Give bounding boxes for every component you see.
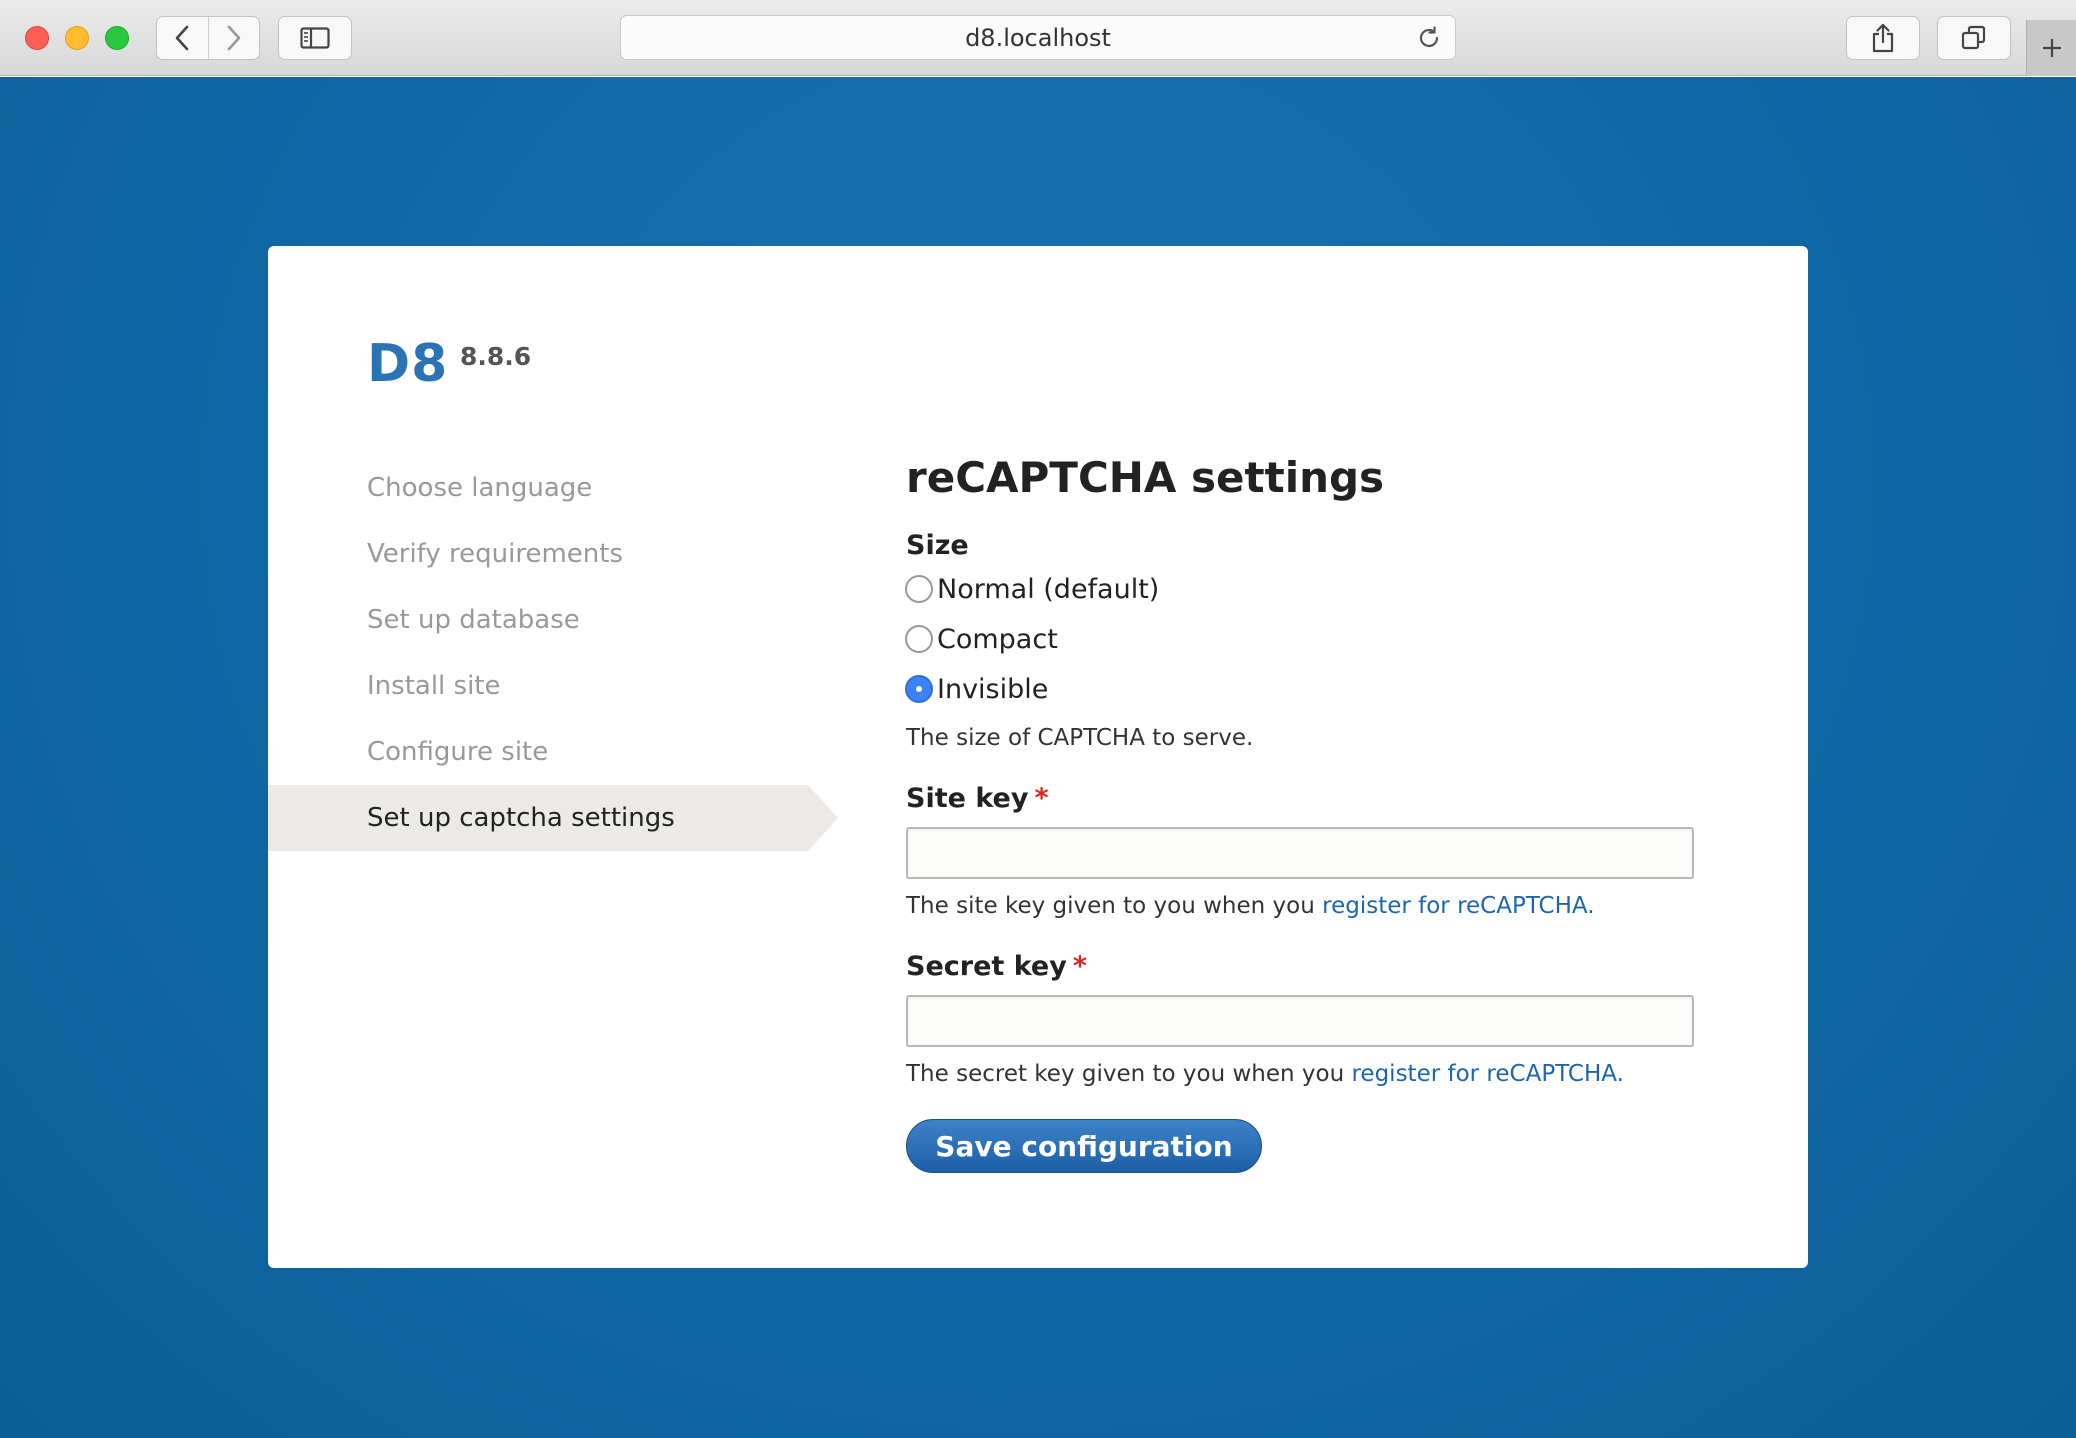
required-marker: * bbox=[1034, 783, 1049, 814]
step-label: Set up captcha settings bbox=[367, 803, 675, 833]
radio-option-normal[interactable]: Normal (default) bbox=[905, 564, 1696, 614]
close-window-button[interactable] bbox=[25, 26, 49, 50]
site-key-input[interactable] bbox=[906, 827, 1694, 879]
site-key-help-period: . bbox=[1587, 893, 1595, 919]
site-key-label-row: Site key * bbox=[906, 781, 1696, 817]
minimize-window-button[interactable] bbox=[65, 26, 89, 50]
radio-option-invisible[interactable]: Invisible bbox=[905, 664, 1696, 714]
page-title: reCAPTCHA settings bbox=[906, 453, 1385, 502]
required-marker: * bbox=[1072, 951, 1087, 982]
site-name: D8 bbox=[367, 334, 449, 394]
radio-label-invisible[interactable]: Invisible bbox=[937, 674, 1048, 705]
reload-button[interactable] bbox=[1417, 26, 1441, 56]
radio-compact[interactable] bbox=[905, 625, 933, 653]
step-label: Set up database bbox=[367, 605, 580, 635]
step-label: Verify requirements bbox=[367, 539, 624, 569]
installer-card: D8 8.8.6 Choose language Verify requirem… bbox=[268, 246, 1808, 1268]
page-background: D8 8.8.6 Choose language Verify requirem… bbox=[0, 77, 2076, 1438]
install-steps: Choose language Verify requirements Set … bbox=[268, 455, 838, 851]
secret-key-help-text: The secret key given to you when you bbox=[906, 1061, 1352, 1087]
new-tab-button[interactable] bbox=[2026, 20, 2076, 76]
step-install-site: Install site bbox=[268, 653, 838, 719]
history-nav bbox=[156, 16, 260, 60]
secret-key-description: The secret key given to you when you reg… bbox=[906, 1059, 1696, 1089]
site-key-label: Site key bbox=[906, 783, 1029, 814]
share-button[interactable] bbox=[1846, 16, 1920, 60]
register-recaptcha-link[interactable]: register for reCAPTCHA bbox=[1322, 893, 1587, 919]
forward-icon bbox=[227, 25, 241, 51]
browser-toolbar: d8.localhost bbox=[0, 0, 2076, 76]
sidebar-icon bbox=[300, 27, 330, 49]
site-key-description: The site key given to you when you regis… bbox=[906, 891, 1696, 921]
settings-form: reCAPTCHA settings Size Normal (default)… bbox=[905, 446, 1696, 1173]
reload-icon bbox=[1419, 26, 1439, 47]
save-configuration-button[interactable]: Save configuration bbox=[906, 1119, 1262, 1173]
step-choose-language: Choose language bbox=[268, 455, 838, 521]
register-recaptcha-link[interactable]: register for reCAPTCHA bbox=[1351, 1061, 1616, 1087]
show-tabs-button[interactable] bbox=[1937, 16, 2011, 60]
step-label: Choose language bbox=[367, 473, 593, 503]
plus-icon bbox=[2042, 39, 2061, 57]
sidebar-toggle-button[interactable] bbox=[278, 16, 352, 60]
size-description: The size of CAPTCHA to serve. bbox=[906, 725, 1254, 751]
step-set-up-database: Set up database bbox=[268, 587, 838, 653]
maximize-window-button[interactable] bbox=[105, 26, 129, 50]
step-label: Install site bbox=[367, 671, 501, 701]
url-text: d8.localhost bbox=[965, 23, 1111, 52]
secret-key-help-period: . bbox=[1616, 1061, 1624, 1087]
secret-key-label-row: Secret key * bbox=[906, 949, 1696, 985]
step-set-up-captcha-settings: Set up captcha settings bbox=[268, 785, 838, 851]
site-key-help-text: The site key given to you when you bbox=[906, 893, 1323, 919]
site-version: 8.8.6 bbox=[460, 342, 532, 371]
tabs-icon bbox=[1961, 25, 1986, 50]
radio-option-compact[interactable]: Compact bbox=[905, 614, 1696, 664]
radio-normal[interactable] bbox=[905, 575, 933, 603]
address-bar[interactable]: d8.localhost bbox=[620, 15, 1456, 60]
back-button[interactable] bbox=[157, 17, 208, 59]
radio-invisible[interactable] bbox=[905, 675, 933, 703]
secret-key-input[interactable] bbox=[906, 995, 1694, 1047]
size-label: Size bbox=[906, 530, 969, 561]
step-configure-site: Configure site bbox=[268, 719, 838, 785]
step-verify-requirements: Verify requirements bbox=[268, 521, 838, 587]
site-branding: D8 8.8.6 bbox=[367, 334, 531, 394]
secret-key-label: Secret key bbox=[906, 951, 1067, 982]
forward-button[interactable] bbox=[207, 17, 260, 59]
step-label: Configure site bbox=[367, 737, 549, 767]
radio-label-normal[interactable]: Normal (default) bbox=[937, 574, 1159, 605]
share-icon bbox=[1872, 23, 1894, 53]
radio-label-compact[interactable]: Compact bbox=[937, 624, 1058, 655]
back-icon bbox=[175, 25, 189, 51]
